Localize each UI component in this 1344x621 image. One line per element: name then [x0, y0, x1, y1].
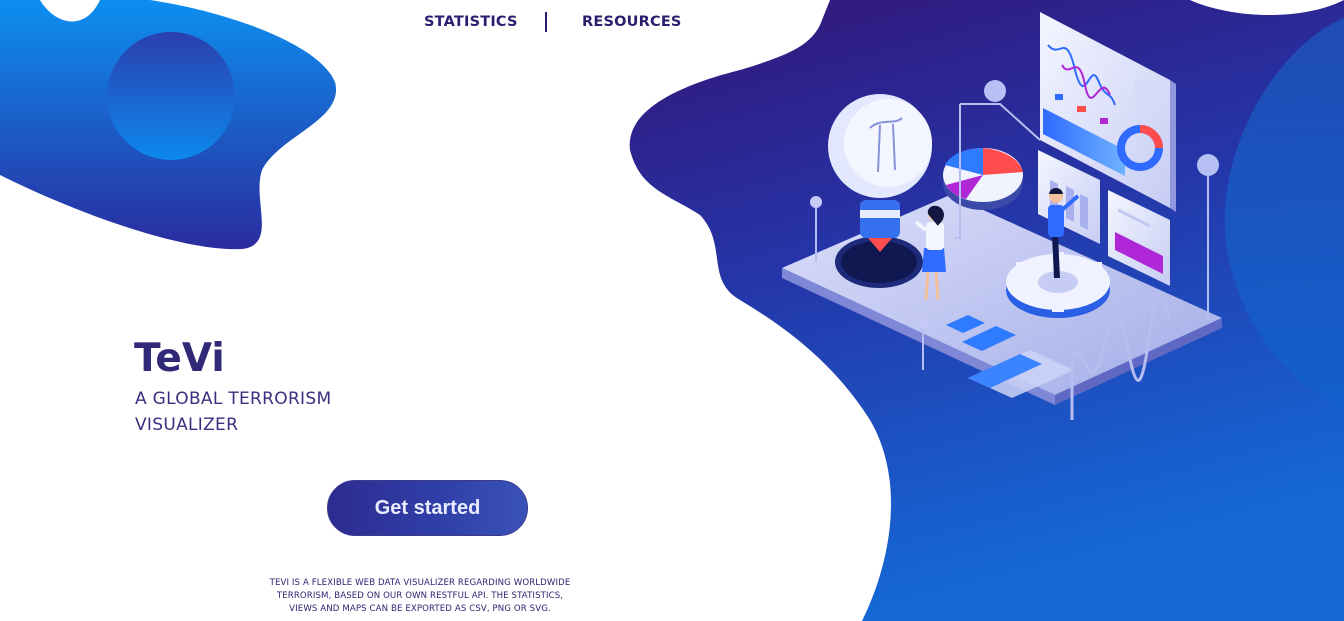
description-line-2: TERRORISM, BASED ON OUR OWN RESTFUL API.… [276, 591, 564, 601]
description-line-1: TEVI IS A FLEXIBLE WEB DATA VISUALIZER R… [269, 578, 571, 588]
description-line-3: VIEWS AND MAPS CAN BE EXPORTED AS CSV, P… [289, 604, 551, 614]
brand-subtitle-line-2: VISUALIZER [135, 415, 239, 435]
brand-subtitle-line-1: A GLOBAL TERRORISM [135, 389, 332, 409]
top-left-blob [0, 0, 337, 250]
nav-link-statistics[interactable]: STATISTICS [424, 12, 518, 32]
nav-divider [545, 12, 547, 32]
nav-link-resources[interactable]: RESOURCES [582, 12, 682, 32]
background-artwork [0, 0, 1344, 621]
get-started-button[interactable]: Get started [327, 480, 528, 536]
description-text: TEVI IS A FLEXIBLE WEB DATA VISUALIZER R… [262, 577, 578, 616]
brand-subtitle: A GLOBAL TERRORISM VISUALIZER [135, 386, 395, 438]
top-nav: STATISTICS RESOURCES [0, 12, 1344, 34]
brand-title: TeVi [134, 336, 225, 381]
